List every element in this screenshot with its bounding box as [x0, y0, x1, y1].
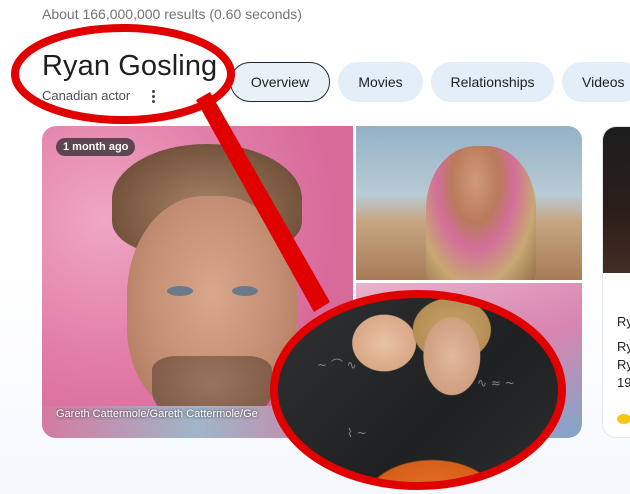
eye-right: [232, 286, 258, 296]
entity-subtitle: Canadian actor: [42, 88, 131, 103]
side-card-line: 19: [617, 375, 630, 390]
inset-photo: ~ ⌒ ∿ ∿ ≈ ~ ⌇ ~: [277, 296, 559, 484]
time-badge: 1 month ago: [56, 138, 136, 156]
results-count: About 166,000,000 results (0.60 seconds): [42, 6, 302, 22]
chalk-scribble: ~ ⌒ ∿: [317, 358, 357, 372]
tab-overview[interactable]: Overview: [230, 62, 330, 102]
side-card-line: Ry: [617, 314, 630, 329]
entity-title[interactable]: Ryan Gosling: [42, 50, 217, 83]
side-card[interactable]: Ry Ry Ry 19: [602, 126, 630, 438]
tab-overview-label: Overview: [250, 74, 310, 90]
top-right-image[interactable]: [356, 126, 582, 280]
tab-relationships-label: Relationships: [450, 74, 535, 90]
side-card-line: Ry: [617, 339, 630, 354]
person-shape: [426, 146, 536, 280]
tab-movies[interactable]: Movies: [338, 62, 423, 102]
more-options-icon[interactable]: [146, 86, 160, 106]
eye-left: [167, 286, 193, 296]
chalk-scribble: ∿ ≈ ~: [477, 376, 515, 390]
tab-movies-label: Movies: [358, 74, 403, 90]
side-card-thumbnail: [603, 127, 630, 273]
side-card-line: Ry: [617, 357, 630, 372]
imdb-icon: [617, 414, 630, 424]
tab-relationships[interactable]: Relationships: [431, 62, 554, 102]
tab-videos[interactable]: Videos: [562, 62, 630, 102]
chalk-scribble: ⌇ ~: [347, 426, 367, 440]
tab-videos-label: Videos: [582, 74, 625, 90]
